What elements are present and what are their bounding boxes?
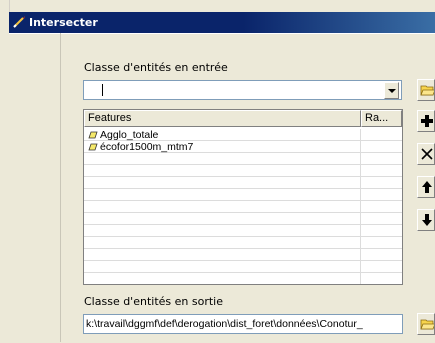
- table-row-empty: [84, 273, 402, 284]
- pencil-icon: [13, 16, 25, 28]
- plus-icon: [421, 115, 433, 127]
- table-row-empty: [84, 249, 402, 261]
- panel-divider: [60, 33, 61, 342]
- title-bar[interactable]: Intersecter: [9, 12, 435, 33]
- remove-button[interactable]: [417, 143, 435, 165]
- empty-cell: [84, 261, 361, 273]
- empty-cell: [84, 273, 361, 284]
- move-down-button[interactable]: [417, 209, 435, 231]
- output-label: Classe d'entités en sortie: [84, 295, 223, 308]
- table-row-empty: [84, 165, 402, 177]
- column-header-features[interactable]: Features: [84, 110, 361, 127]
- text-caret: [102, 84, 103, 96]
- open-folder-icon: [420, 319, 434, 330]
- empty-cell: [84, 189, 361, 201]
- feature-name: écofor1500m_mtm7: [100, 141, 194, 153]
- column-header-rank[interactable]: Ra...: [361, 110, 402, 127]
- empty-cell: [84, 165, 361, 177]
- input-combobox[interactable]: [83, 80, 402, 100]
- empty-cell: [84, 213, 361, 225]
- open-input-button[interactable]: [417, 79, 435, 101]
- open-output-button[interactable]: [417, 313, 435, 335]
- table-row-empty: [84, 201, 402, 213]
- table-row-empty: [84, 213, 402, 225]
- feature-name: Agglo_totale: [100, 129, 159, 141]
- window-title: Intersecter: [29, 16, 98, 29]
- features-table[interactable]: Features Ra... Agglo_totale écofor1500m_…: [83, 109, 403, 285]
- polygon-layer-icon: [88, 143, 98, 151]
- x-icon: [421, 148, 433, 160]
- table-row-empty: [84, 189, 402, 201]
- table-row-empty: [84, 153, 402, 165]
- table-row[interactable]: écofor1500m_mtm7: [84, 141, 402, 153]
- empty-cell: [84, 201, 361, 213]
- polygon-layer-icon: [88, 131, 98, 139]
- table-row-empty: [84, 225, 402, 237]
- empty-cell: [84, 153, 361, 165]
- open-folder-icon: [420, 85, 434, 96]
- feature-cell: Agglo_totale: [84, 129, 361, 141]
- empty-cell: [84, 249, 361, 261]
- arrow-down-icon: [422, 214, 432, 226]
- output-path-field[interactable]: k:\travail\dggmf\def\derogation\dist_for…: [83, 314, 403, 334]
- table-header: Features Ra...: [84, 110, 402, 127]
- table-row-empty: [84, 237, 402, 249]
- input-dropdown-button[interactable]: [384, 82, 399, 99]
- empty-cell: [84, 177, 361, 189]
- input-label: Classe d'entités en entrée: [84, 61, 228, 74]
- empty-cell: [84, 225, 361, 237]
- empty-cell: [84, 237, 361, 249]
- arrow-up-icon: [422, 181, 432, 193]
- chevron-down-icon: [388, 89, 396, 93]
- table-row-empty: [84, 177, 402, 189]
- feature-cell: écofor1500m_mtm7: [84, 141, 361, 153]
- table-row[interactable]: Agglo_totale: [84, 129, 402, 141]
- intersecter-dialog: Intersecter Classe d'entités en entrée F…: [0, 0, 435, 343]
- table-row-empty: [84, 261, 402, 273]
- add-button[interactable]: [417, 110, 435, 132]
- move-up-button[interactable]: [417, 176, 435, 198]
